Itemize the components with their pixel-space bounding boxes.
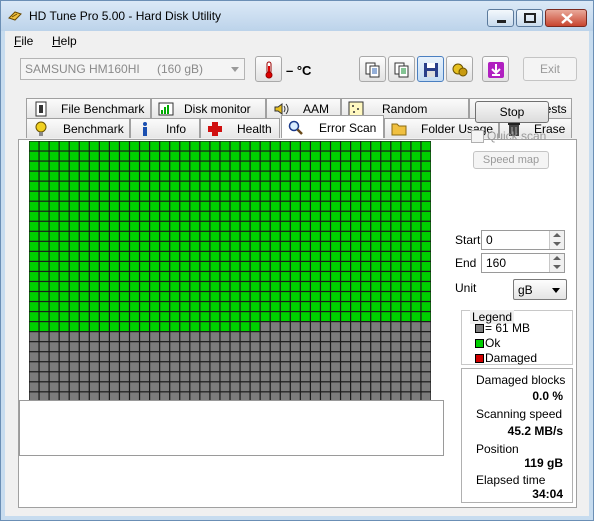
thermometer-icon	[265, 61, 273, 79]
file-benchmark-icon	[35, 101, 47, 117]
screenshot-button[interactable]	[446, 56, 473, 82]
maximize-icon	[524, 13, 536, 23]
lightbulb-icon	[35, 121, 47, 136]
save-icon	[424, 63, 438, 77]
update-button[interactable]	[482, 56, 509, 82]
health-cross-icon	[208, 122, 222, 136]
menu-help[interactable]: Help	[52, 34, 77, 48]
tab-error-scan[interactable]: Error Scan	[281, 115, 384, 138]
update-icon	[488, 62, 504, 78]
magnifier-icon	[288, 120, 303, 135]
close-button[interactable]	[545, 9, 587, 27]
drive-size: (160 gB)	[157, 62, 204, 76]
copy-all-icon	[394, 62, 409, 78]
copy-button[interactable]	[359, 56, 386, 82]
copy-all-button[interactable]	[388, 56, 415, 82]
minimize-icon	[497, 20, 506, 23]
temperature-readout: – °C	[286, 63, 312, 78]
info-icon	[143, 122, 147, 136]
stop-button[interactable]: Stop	[475, 101, 549, 123]
temperature-button[interactable]	[255, 56, 282, 82]
close-icon	[561, 13, 573, 24]
window-title: HD Tune Pro 5.00 - Hard Disk Utility	[29, 9, 222, 23]
tab-disk-monitor[interactable]: Disk monitor	[151, 98, 266, 118]
folder-icon	[391, 123, 407, 136]
copy-icon	[365, 62, 380, 78]
disk-monitor-icon	[158, 102, 174, 116]
tab-info[interactable]: Info	[130, 118, 200, 138]
error-scan-panel	[18, 139, 577, 508]
app-window: HD Tune Pro 5.00 - Hard Disk Utility Fil…	[0, 0, 594, 521]
save-button[interactable]	[417, 56, 444, 82]
tab-benchmark[interactable]: Benchmark	[26, 118, 130, 138]
trash-icon	[508, 123, 520, 136]
menu-bar: File Help	[5, 31, 589, 51]
chevron-down-icon	[231, 67, 239, 72]
minimize-button[interactable]	[487, 9, 514, 27]
tab-health[interactable]: Health	[200, 118, 280, 138]
tab-file-benchmark[interactable]: File Benchmark	[26, 98, 151, 118]
app-logo-icon	[8, 11, 22, 21]
exit-button[interactable]: Exit	[523, 57, 577, 81]
menu-file[interactable]: File	[14, 34, 33, 48]
screenshot-icon	[452, 63, 468, 77]
maximize-button[interactable]	[516, 9, 543, 27]
drive-select[interactable]: SAMSUNG HM160HI (160 gB)	[20, 58, 245, 80]
drive-name: SAMSUNG HM160HI	[25, 62, 140, 76]
title-bar[interactable]: HD Tune Pro 5.00 - Hard Disk Utility	[1, 1, 593, 31]
